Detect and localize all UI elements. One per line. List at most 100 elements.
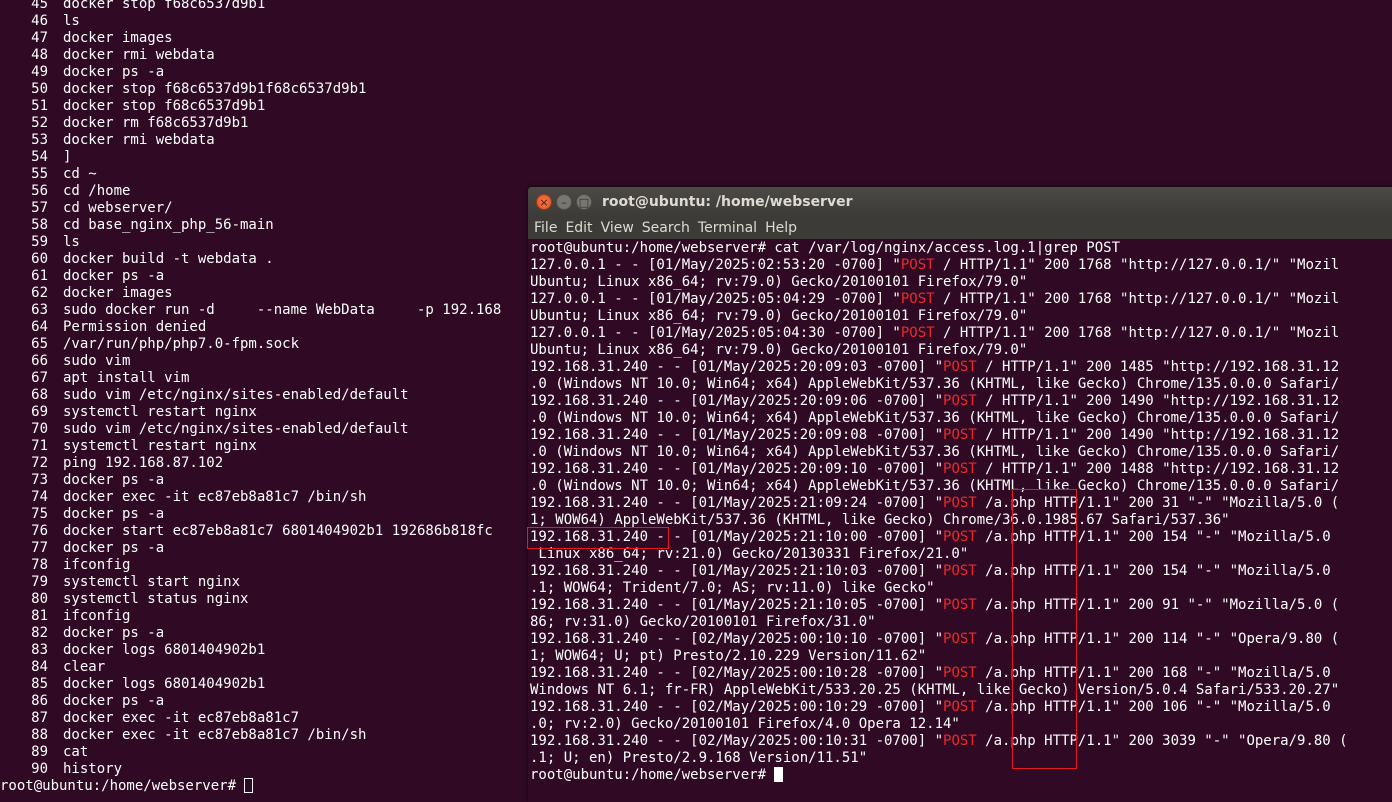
- title-bar[interactable]: × – □ root@ubuntu: /home/webserver: [528, 187, 1392, 217]
- post-keyword: POST: [943, 461, 977, 477]
- history-number: 50: [31, 81, 48, 97]
- log-suffix: / HTTP/1.1" 200 1768 "http://127.0.0.1/"…: [934, 291, 1340, 307]
- history-command: docker ps -a: [63, 693, 165, 709]
- history-command: docker build -t webdata .: [63, 251, 274, 267]
- history-number: 81: [31, 608, 48, 624]
- history-number: 45: [31, 0, 48, 12]
- log-prefix: 192.168.31.240 - - [01/May/2025:20:09:10…: [530, 461, 944, 477]
- history-command: docker ps -a: [63, 268, 165, 284]
- history-number: 60: [31, 251, 48, 267]
- history-number: 54: [31, 149, 48, 165]
- command-line: root@ubuntu:/home/webserver# cat /var/lo…: [530, 240, 1121, 256]
- log-line: 192.168.31.240 - - [02/May/2025:00:10:10…: [530, 631, 1392, 648]
- log-line: .1; U; en) Presto/2.9.168 Version/11.51": [530, 750, 868, 766]
- history-command: docker ps -a: [63, 472, 165, 488]
- post-keyword: POST: [943, 631, 977, 647]
- log-line: Ubuntu; Linux x86_64; rv:79.0) Gecko/201…: [530, 342, 1028, 358]
- post-keyword: POST: [900, 257, 935, 273]
- history-command: sudo vim /etc/nginx/sites-enabled/defaul…: [63, 387, 409, 403]
- history-command: docker ps -a: [63, 506, 165, 522]
- history-line: 50 docker stop f68c6537d9b1f68c6537d9b1: [0, 81, 1392, 98]
- log-suffix: / HTTP/1.1" 200 1490 "http://192.168.31.…: [976, 427, 1340, 443]
- menu-search[interactable]: Search: [638, 217, 694, 239]
- history-number: 59: [31, 234, 48, 250]
- history-number: 47: [31, 30, 48, 46]
- history-line: 45 docker stop f68c6537d9b1: [0, 0, 1392, 13]
- history-command: docker stop f68c6537d9b1: [63, 98, 266, 114]
- history-command: sudo vim: [63, 353, 131, 369]
- minimize-icon[interactable]: –: [556, 194, 572, 210]
- log-line: 192.168.31.240 - - [01/May/2025:20:09:10…: [530, 461, 1392, 478]
- history-command: docker stop f68c6537d9b1f68c6537d9b1: [63, 81, 367, 97]
- history-command: docker ps -a: [63, 64, 165, 80]
- log-output: 127.0.0.1 - - [01/May/2025:02:53:20 -070…: [530, 257, 1392, 767]
- log-prefix: 192.168.31.240 - - [01/May/2025:21:10:05…: [530, 597, 944, 613]
- history-number: 72: [31, 455, 48, 471]
- maximize-icon[interactable]: □: [576, 194, 592, 210]
- window-title: root@ubuntu: /home/webserver: [602, 194, 853, 210]
- log-line: 192.168.31.240 - - [02/May/2025:00:10:28…: [530, 665, 1392, 682]
- history-command: apt install vim: [63, 370, 190, 386]
- log-prefix: 192.168.31.240 - - [01/May/2025:21:10:03…: [530, 563, 944, 579]
- history-number: 85: [31, 676, 48, 692]
- menu-help[interactable]: Help: [761, 217, 801, 239]
- history-command: docker logs 6801404902b1: [63, 642, 266, 658]
- log-prefix: 192.168.31.240 - - [02/May/2025:00:10:29…: [530, 699, 944, 715]
- log-line: 127.0.0.1 - - [01/May/2025:02:53:20 -070…: [530, 257, 1392, 274]
- post-keyword: POST: [943, 597, 977, 613]
- final-prompt-line: root@ubuntu:/home/webserver#: [530, 767, 1392, 784]
- post-keyword: POST: [900, 291, 935, 307]
- history-number: 75: [31, 506, 48, 522]
- log-line: Ubuntu; Linux x86_64; rv:79.0) Gecko/201…: [530, 308, 1028, 324]
- history-command: ifconfig: [63, 608, 131, 624]
- log-line: 1; WOW64; U; pt) Presto/2.10.229 Version…: [530, 648, 927, 664]
- background-prompt-line[interactable]: root@ubuntu:/home/webserver#: [0, 778, 254, 795]
- log-line: 192.168.31.240 - - [01/May/2025:20:09:03…: [530, 359, 1392, 376]
- menu-edit[interactable]: Edit: [561, 217, 596, 239]
- close-icon[interactable]: ×: [536, 194, 552, 210]
- history-number: 87: [31, 710, 48, 726]
- log-prefix: 192.168.31.240 - - [01/May/2025:21:09:24…: [530, 495, 944, 511]
- history-number: 46: [31, 13, 48, 29]
- log-suffix: / HTTP/1.1" 200 1485 "http://192.168.31.…: [976, 359, 1340, 375]
- history-command: systemctl restart nginx: [63, 438, 257, 454]
- terminal-window[interactable]: × – □ root@ubuntu: /home/webserver File …: [527, 187, 1392, 802]
- log-line: 86; rv:31.0) Gecko/20100101 Firefox/31.0…: [530, 614, 876, 630]
- post-keyword: POST: [943, 359, 977, 375]
- history-command: systemctl restart nginx: [63, 404, 257, 420]
- history-number: 88: [31, 727, 48, 743]
- history-command: docker exec -it ec87eb8a81c7: [63, 710, 300, 726]
- history-command: ]: [63, 149, 72, 165]
- menu-terminal[interactable]: Terminal: [694, 217, 761, 239]
- log-prefix: 127.0.0.1 - - [01/May/2025:02:53:20 -070…: [530, 257, 901, 273]
- post-keyword: POST: [943, 665, 977, 681]
- history-number: 62: [31, 285, 48, 301]
- log-line: Ubuntu; Linux x86_64; rv:79.0) Gecko/201…: [530, 274, 1028, 290]
- history-number: 79: [31, 574, 48, 590]
- history-number: 80: [31, 591, 48, 607]
- log-line: 192.168.31.240 - - [02/May/2025:00:10:31…: [530, 733, 1392, 750]
- history-command: docker rmi webdata: [63, 47, 215, 63]
- post-keyword: POST: [943, 699, 977, 715]
- post-keyword: POST: [943, 495, 977, 511]
- menu-view[interactable]: View: [597, 217, 638, 239]
- history-command: docker images: [63, 30, 173, 46]
- history-command: docker images: [63, 285, 173, 301]
- menu-file[interactable]: File: [530, 217, 561, 239]
- post-keyword: POST: [943, 563, 977, 579]
- history-command: sudo docker run -d --name WebData -p 192…: [63, 302, 502, 318]
- log-line: 192.168.31.240 - - [01/May/2025:21:10:05…: [530, 597, 1392, 614]
- history-command: history: [63, 761, 123, 777]
- history-number: 49: [31, 64, 48, 80]
- history-line: 54]: [0, 149, 1392, 166]
- terminal-output[interactable]: root@ubuntu:/home/webserver# cat /var/lo…: [528, 239, 1392, 784]
- log-line: .0 (Windows NT 10.0; Win64; x64) AppleWe…: [530, 444, 1340, 460]
- history-number: 74: [31, 489, 48, 505]
- history-command: Permission denied: [63, 319, 207, 335]
- log-suffix: / HTTP/1.1" 200 1490 "http://192.168.31.…: [976, 393, 1340, 409]
- log-suffix: / HTTP/1.1" 200 1768 "http://127.0.0.1/"…: [934, 325, 1340, 341]
- log-prefix: 192.168.31.240 - - [02/May/2025:00:10:28…: [530, 665, 944, 681]
- history-command: docker logs 6801404902b1: [63, 676, 266, 692]
- background-prompt: root@ubuntu:/home/webserver#: [0, 778, 245, 794]
- log-prefix: 192.168.31.240 - - [02/May/2025:00:10:31…: [530, 733, 944, 749]
